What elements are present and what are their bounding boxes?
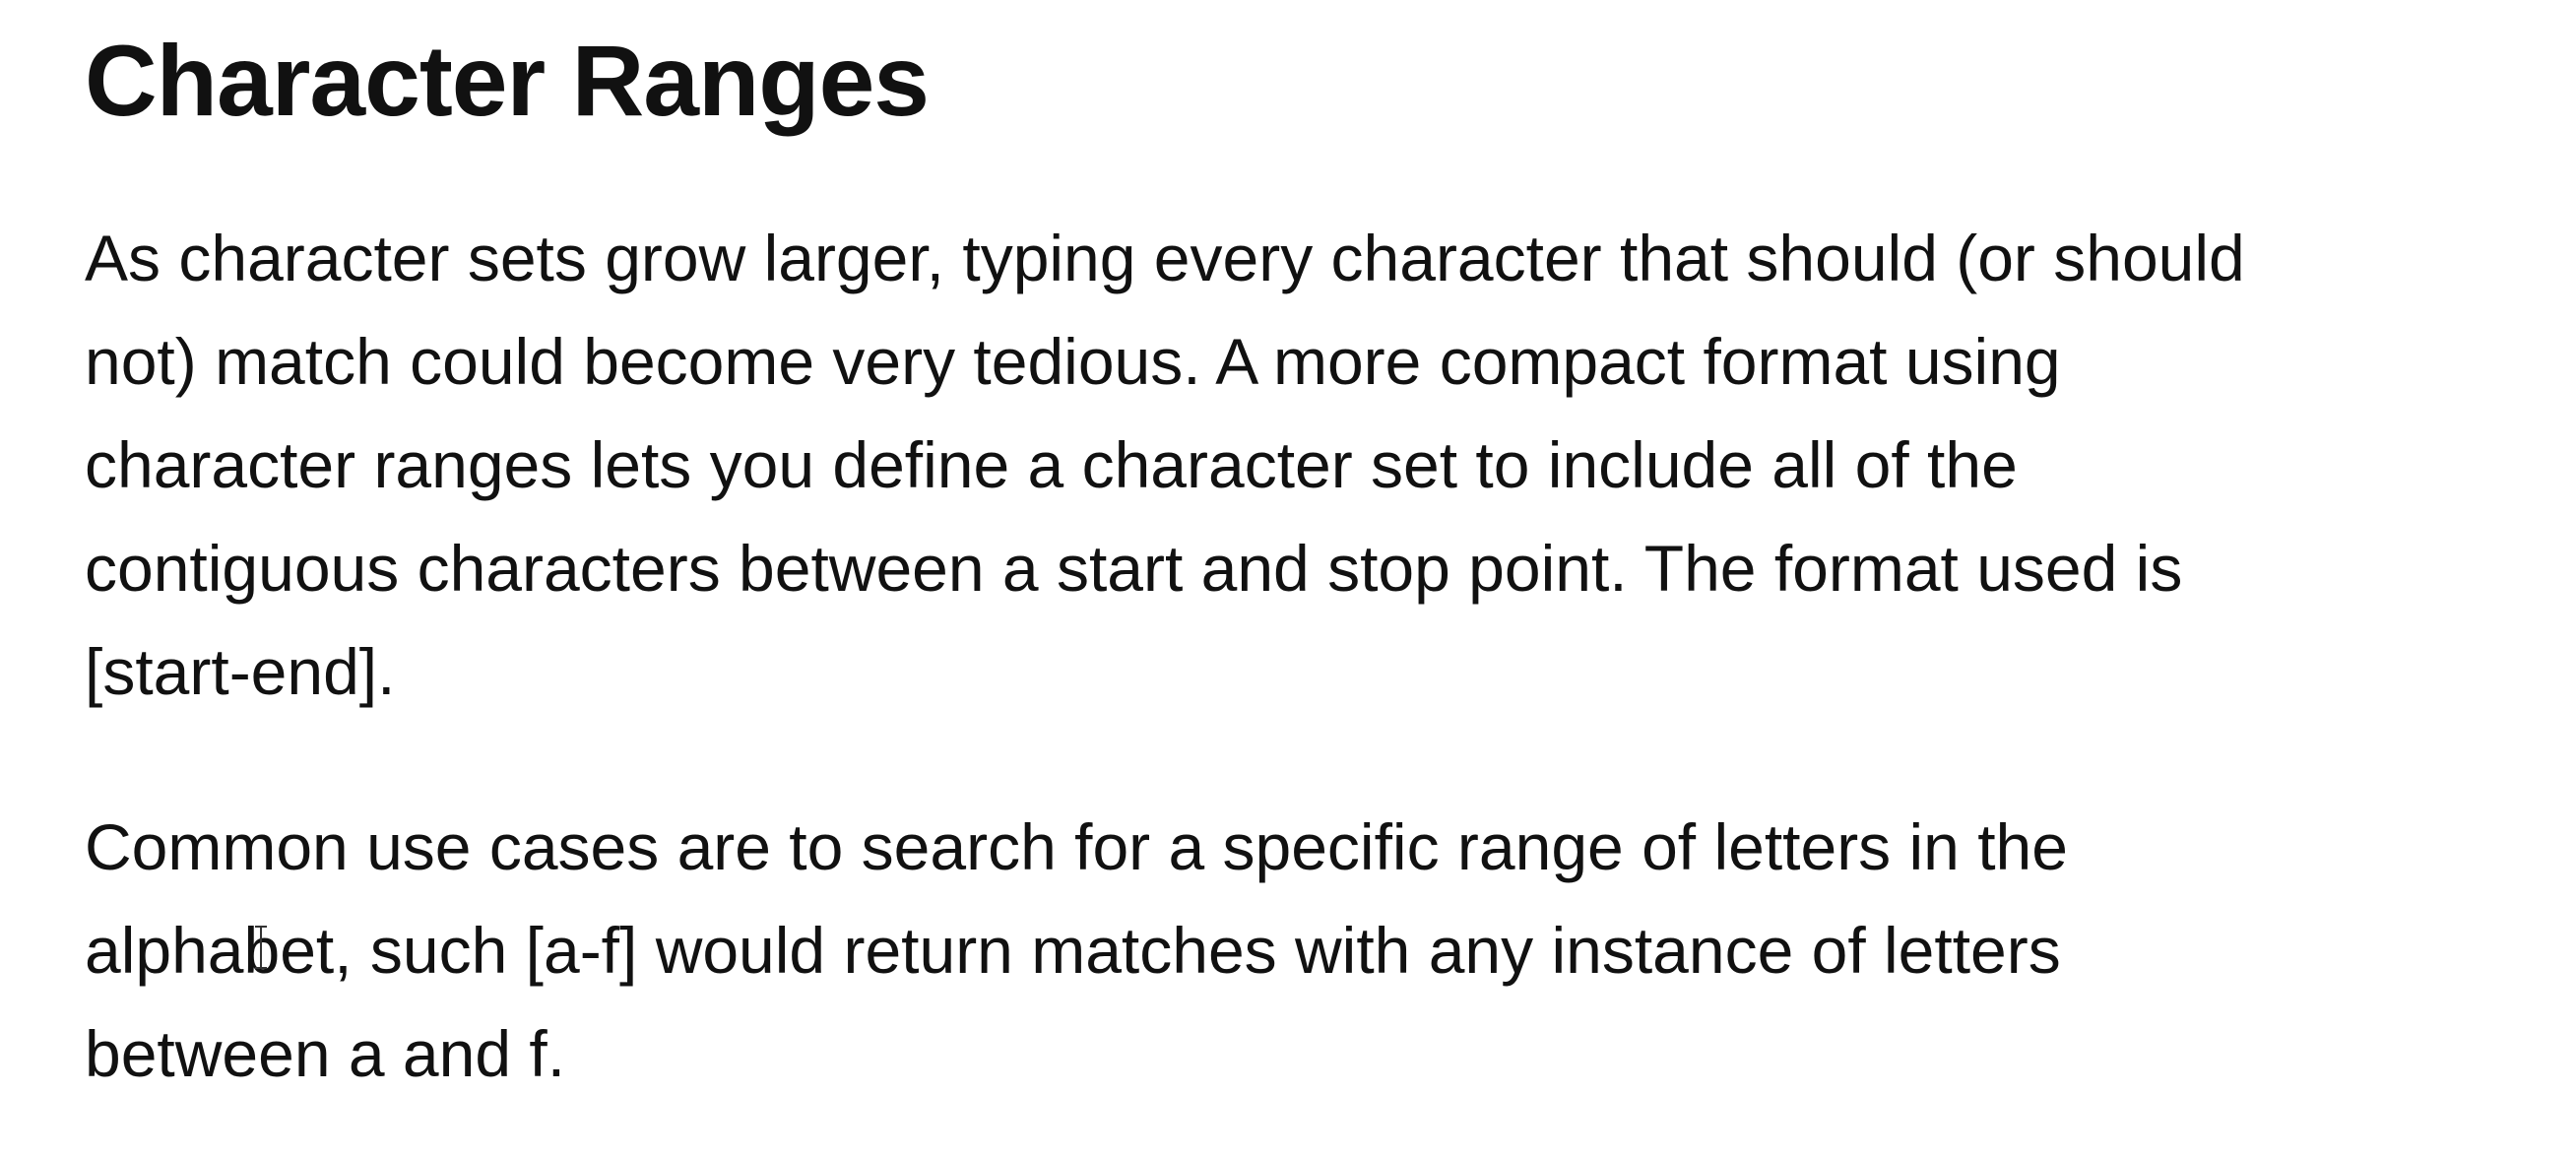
paragraph-line: As character sets grow larger, typing ev… xyxy=(85,222,2245,294)
paragraph-line: between a and f. xyxy=(85,1017,566,1090)
paragraph-line: [start-end]. xyxy=(85,635,396,708)
paragraph-line: character ranges lets you define a chara… xyxy=(85,428,2018,501)
paragraph-line: alphabet, such [a-f] would return matche… xyxy=(85,914,2061,987)
paragraph-intro: As character sets grow larger, typing ev… xyxy=(85,207,2245,724)
paragraph-use-cases: Common use cases are to search for a spe… xyxy=(85,796,2068,1106)
paragraph-line: Common use cases are to search for a spe… xyxy=(85,810,2068,883)
page-title: Character Ranges xyxy=(85,25,930,137)
paragraph-line: contiguous characters between a start an… xyxy=(85,532,2183,605)
paragraph-line: not) match could become very tedious. A … xyxy=(85,325,2061,398)
